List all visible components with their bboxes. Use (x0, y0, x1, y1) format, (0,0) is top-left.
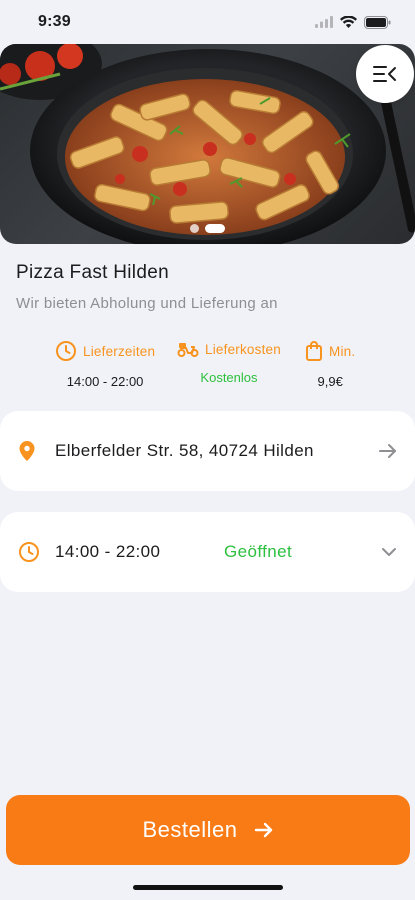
arrow-right-icon (379, 444, 396, 458)
menu-button[interactable] (356, 45, 414, 103)
delivery-times-label: Lieferzeiten (83, 343, 156, 359)
delivery-times-value: 14:00 - 22:00 (66, 374, 144, 389)
clock-icon (56, 341, 76, 361)
carousel-dot-active[interactable] (205, 224, 225, 233)
delivery-times-info: Lieferzeiten 14:00 - 22:00 (55, 340, 155, 389)
address-text: Elberfelder Str. 58, 40724 Hilden (55, 441, 314, 460)
status-time: 9:39 (38, 13, 71, 30)
home-indicator[interactable] (133, 885, 283, 890)
chevron-down-icon[interactable] (381, 547, 397, 557)
status-bar: 9:39 (0, 0, 415, 44)
minimum-order-label: Min. (329, 343, 356, 359)
pasta-dish-photo (0, 44, 415, 244)
scooter-icon (177, 343, 199, 357)
carousel-indicator (0, 224, 415, 233)
menu-icon (373, 66, 396, 82)
opening-hours-text: 14:00 - 22:00 (55, 542, 161, 561)
address-card[interactable]: Elberfelder Str. 58, 40724 Hilden (0, 411, 415, 491)
restaurant-name: Pizza Fast Hilden (16, 262, 169, 283)
arrow-right-icon (254, 822, 272, 838)
clock-icon (19, 542, 39, 562)
delivery-costs-value: Kostenlos (200, 370, 258, 385)
open-status-badge: Geöffnet (224, 542, 293, 561)
shopping-bag-icon (306, 341, 322, 361)
location-pin-icon (19, 441, 35, 461)
delivery-costs-label: Lieferkosten (205, 341, 281, 357)
wifi-icon (340, 16, 357, 28)
order-button[interactable]: Bestellen (6, 795, 410, 865)
battery-icon (364, 15, 391, 29)
restaurant-tagline: Wir bieten Abholung und Lieferung an (16, 295, 278, 312)
opening-hours-card[interactable]: 14:00 - 22:00 Geöffnet (0, 512, 415, 592)
carousel-dot[interactable] (190, 224, 199, 233)
minimum-order-value: 9,9€ (317, 374, 343, 389)
minimum-order-info: Min. 9,9€ (305, 340, 355, 389)
order-button-label: Bestellen (142, 817, 238, 842)
cellular-signal-icon (315, 16, 333, 28)
delivery-costs-info: Lieferkosten Kostenlos (177, 340, 281, 385)
hero-image[interactable] (0, 44, 415, 244)
status-icons (315, 15, 391, 29)
